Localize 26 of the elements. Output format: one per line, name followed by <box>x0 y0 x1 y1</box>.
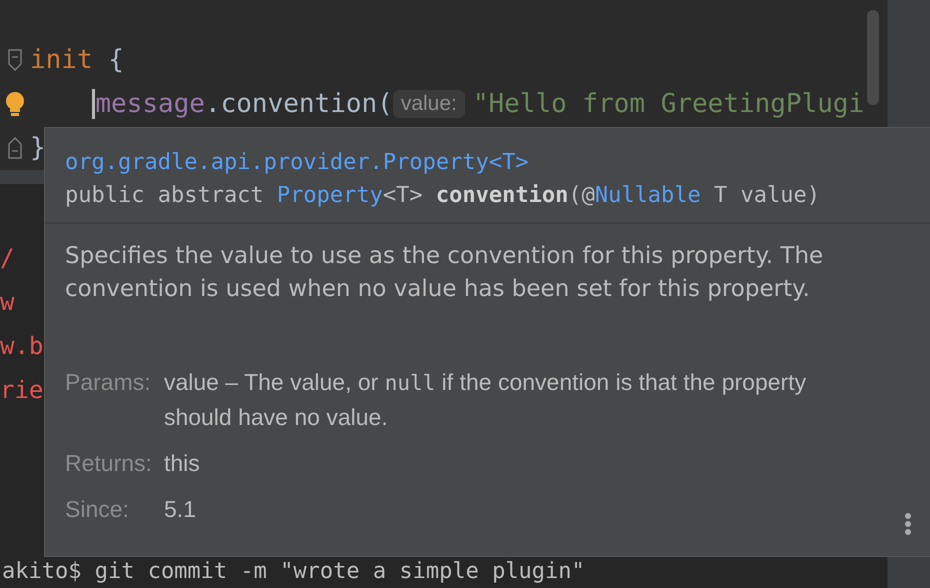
description-text: Specifies the value to use as the convention for this property. The convention is used when no value has been set for this property. <box>65 242 824 304</box>
section-label: Params: <box>65 368 152 397</box>
section-text: 5.1 <box>164 495 197 524</box>
section-label: Since: <box>65 495 130 524</box>
parameter-hint: value: <box>392 90 465 118</box>
code-token: message <box>95 89 205 119</box>
scrollbar-thumb[interactable] <box>867 10 879 105</box>
section-text: value – The value, or null if the convention is that the property should have no value. <box>164 368 808 432</box>
method-signature: public abstract Property<T> convention(@Nullable T value) <box>65 183 820 208</box>
fold-icon[interactable] <box>8 137 22 159</box>
qualified-name: org.gradle.api.provider.Property<T> <box>65 150 529 175</box>
terminal-line: w.b <box>0 332 44 360</box>
terminal-line: / <box>0 244 14 272</box>
fold-icon[interactable] <box>8 49 22 71</box>
lightbulb-icon[interactable] <box>4 91 26 117</box>
section-label: Returns: <box>65 449 152 478</box>
code-token: .convention( <box>204 89 393 119</box>
terminal-line: w <box>0 288 14 316</box>
terminal-line: rie <box>0 376 44 404</box>
more-options-icon[interactable] <box>904 512 912 536</box>
code-token: "Hello from GreetingPlugi <box>472 89 864 119</box>
terminal-command: akito$ git commit -m "wrote a simple plugin" <box>2 559 585 584</box>
section-text: this <box>164 449 201 478</box>
code-token: } <box>30 133 46 163</box>
code-token: init <box>30 45 93 75</box>
code-token: { <box>107 45 124 75</box>
